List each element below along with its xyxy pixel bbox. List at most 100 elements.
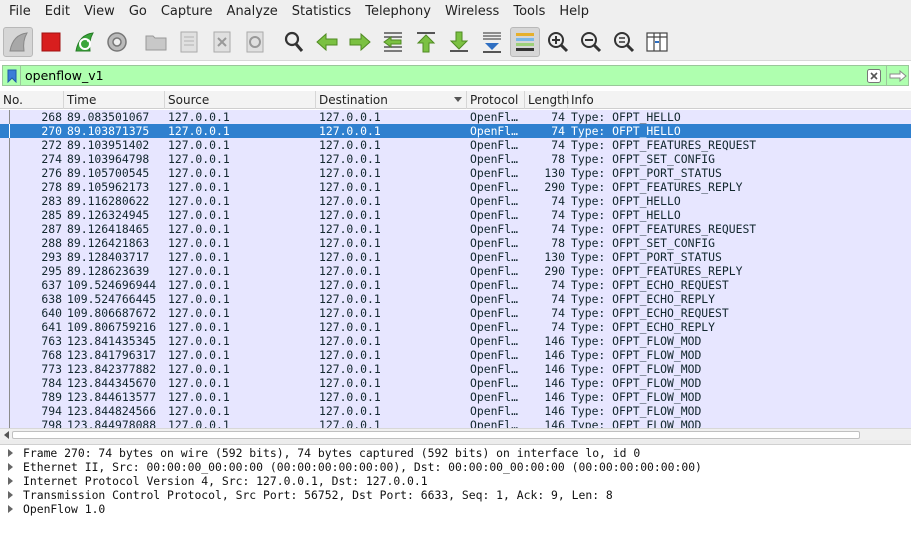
packet-row[interactable]: 798 123.844978088 127.0.0.1 127.0.0.1 OpenFl…: [0, 418, 911, 428]
packet-row[interactable]: 784 123.844345670 127.0.0.1 127.0.0.1 OpenFl…: [0, 376, 911, 390]
packet-row[interactable]: 272 89.103951402 127.0.0.1 127.0.0.1 OpenFl……: [0, 138, 911, 152]
packet-row[interactable]: 278 89.105962173 127.0.0.1 127.0.0.1 OpenFl……: [0, 180, 911, 194]
packet-row[interactable]: 638 109.524766445 127.0.0.1 127.0.0.1 OpenFl…: [0, 292, 911, 306]
filter-apply-button[interactable]: [886, 66, 908, 85]
column-header-time[interactable]: Time: [64, 91, 165, 109]
packet-row[interactable]: 768 123.841796317 127.0.0.1 127.0.0.1 OpenFl…: [0, 348, 911, 362]
cell-destination: 127.0.0.1: [319, 152, 381, 166]
packet-row[interactable]: 268 89.083501067 127.0.0.1 127.0.0.1 OpenFl……: [0, 110, 911, 124]
detail-row-frame[interactable]: Frame 270: 74 bytes on wire (592 bits), …: [0, 446, 911, 460]
expand-arrow-icon[interactable]: [8, 477, 13, 485]
start-capture-button[interactable]: [3, 26, 33, 57]
menu-file[interactable]: File: [2, 0, 38, 23]
cell-length: 146: [544, 390, 565, 404]
column-header-protocol[interactable]: Protocol: [467, 91, 525, 109]
menu-go[interactable]: Go: [122, 0, 154, 23]
packet-row[interactable]: 763 123.841435345 127.0.0.1 127.0.0.1 OpenFl…: [0, 334, 911, 348]
cell-length: 74: [551, 110, 565, 124]
autoscroll-button[interactable]: [477, 27, 507, 57]
cell-length: 290: [544, 180, 565, 194]
detail-row-ipv4[interactable]: Internet Protocol Version 4, Src: 127.0.…: [0, 474, 911, 488]
menu-capture[interactable]: Capture: [154, 0, 220, 23]
cell-length: 74: [551, 278, 565, 292]
menu-tools[interactable]: Tools: [506, 0, 552, 23]
packet-row[interactable]: 274 89.103964798 127.0.0.1 127.0.0.1 OpenFl……: [0, 152, 911, 166]
menu-telephony[interactable]: Telephony: [358, 0, 438, 23]
cell-destination: 127.0.0.1: [319, 418, 381, 428]
display-filter-input[interactable]: [21, 66, 866, 85]
column-header-destination[interactable]: Destination: [316, 91, 467, 109]
column-header-source[interactable]: Source: [165, 91, 316, 109]
expand-arrow-icon[interactable]: [8, 463, 13, 471]
restart-capture-button[interactable]: [69, 27, 99, 57]
packet-row[interactable]: 295 89.128623639 127.0.0.1 127.0.0.1 OpenFl……: [0, 264, 911, 278]
packet-row[interactable]: 276 89.105700545 127.0.0.1 127.0.0.1 OpenFl……: [0, 166, 911, 180]
expand-arrow-icon[interactable]: [8, 449, 13, 457]
zoom-out-button[interactable]: [576, 27, 606, 57]
packet-row[interactable]: 641 109.806759216 127.0.0.1 127.0.0.1 OpenFl…: [0, 320, 911, 334]
cell-destination: 127.0.0.1: [319, 320, 381, 334]
colorize-icon: [516, 32, 534, 51]
packet-row[interactable]: 288 89.126421863 127.0.0.1 127.0.0.1 OpenFl……: [0, 236, 911, 250]
menu-statistics[interactable]: Statistics: [285, 0, 358, 23]
stop-capture-icon: [41, 32, 61, 51]
cell-no: 637: [41, 278, 62, 292]
packet-row[interactable]: 283 89.116280622 127.0.0.1 127.0.0.1 OpenFl……: [0, 194, 911, 208]
cell-source: 127.0.0.1: [168, 418, 230, 428]
cell-no: 276: [41, 166, 62, 180]
go-last-packet-button[interactable]: [444, 27, 474, 57]
packet-list-hscrollbar[interactable]: [0, 428, 911, 440]
reload-file-button[interactable]: [240, 27, 270, 57]
go-first-packet-button[interactable]: [411, 27, 441, 57]
normal-size-icon: [614, 31, 635, 52]
column-header-info[interactable]: Info: [568, 91, 911, 109]
menu-analyze[interactable]: Analyze: [220, 0, 285, 23]
cell-time: 89.116280622: [67, 194, 150, 208]
find-packet-button[interactable]: [279, 27, 309, 57]
packet-row[interactable]: 270 89.103871375 127.0.0.1 127.0.0.1 OpenFl……: [0, 124, 911, 138]
packet-row[interactable]: 293 89.128403717 127.0.0.1 127.0.0.1 OpenFl……: [0, 250, 911, 264]
cell-time: 123.844613577: [67, 390, 157, 404]
main-toolbar: [0, 23, 911, 61]
cell-protocol: OpenFl…: [470, 348, 519, 362]
packet-row[interactable]: 637 109.524696944 127.0.0.1 127.0.0.1 OpenFl…: [0, 278, 911, 292]
filter-bookmark-button[interactable]: [3, 66, 21, 85]
menu-help[interactable]: Help: [552, 0, 596, 23]
resize-columns-button[interactable]: [642, 27, 672, 57]
menu-view[interactable]: View: [77, 0, 122, 23]
scroll-left-icon[interactable]: [4, 431, 9, 439]
cell-source: 127.0.0.1: [168, 110, 230, 124]
packet-row[interactable]: 794 123.844824566 127.0.0.1 127.0.0.1 OpenFl…: [0, 404, 911, 418]
stop-capture-button[interactable]: [36, 27, 66, 57]
cell-source: 127.0.0.1: [168, 348, 230, 362]
packet-row[interactable]: 640 109.806687672 127.0.0.1 127.0.0.1 OpenFl…: [0, 306, 911, 320]
detail-row-ethernet[interactable]: Ethernet II, Src: 00:00:00_00:00:00 (00:…: [0, 460, 911, 474]
capture-options-button[interactable]: [102, 27, 132, 57]
normal-size-button[interactable]: [609, 27, 639, 57]
pane-splitter[interactable]: [0, 440, 911, 445]
close-file-button[interactable]: [207, 27, 237, 57]
go-forward-button[interactable]: [345, 27, 375, 57]
colorize-button[interactable]: [510, 26, 540, 57]
open-file-button[interactable]: [141, 27, 171, 57]
packet-row[interactable]: 287 89.126418465 127.0.0.1 127.0.0.1 OpenFl……: [0, 222, 911, 236]
detail-row-openflow[interactable]: OpenFlow 1.0: [0, 502, 911, 516]
detail-row-tcp[interactable]: Transmission Control Protocol, Src Port:…: [0, 488, 911, 502]
go-to-packet-button[interactable]: [378, 27, 408, 57]
filter-clear-button[interactable]: [866, 68, 882, 84]
packet-row[interactable]: 285 89.126324945 127.0.0.1 127.0.0.1 OpenFl……: [0, 208, 911, 222]
expand-arrow-icon[interactable]: [8, 491, 13, 499]
cell-length: 146: [544, 362, 565, 376]
column-header-length[interactable]: Length: [525, 91, 569, 109]
expand-arrow-icon[interactable]: [8, 505, 13, 513]
packet-row[interactable]: 789 123.844613577 127.0.0.1 127.0.0.1 OpenFl…: [0, 390, 911, 404]
menu-edit[interactable]: Edit: [38, 0, 77, 23]
go-back-button[interactable]: [312, 27, 342, 57]
packet-row[interactable]: 773 123.842377882 127.0.0.1 127.0.0.1 OpenFl…: [0, 362, 911, 376]
menu-wireless[interactable]: Wireless: [438, 0, 506, 23]
save-file-button[interactable]: [174, 27, 204, 57]
column-header-no[interactable]: No.: [0, 91, 64, 109]
scrollbar-thumb[interactable]: [12, 431, 860, 439]
cell-source: 127.0.0.1: [168, 180, 230, 194]
zoom-in-button[interactable]: [543, 27, 573, 57]
